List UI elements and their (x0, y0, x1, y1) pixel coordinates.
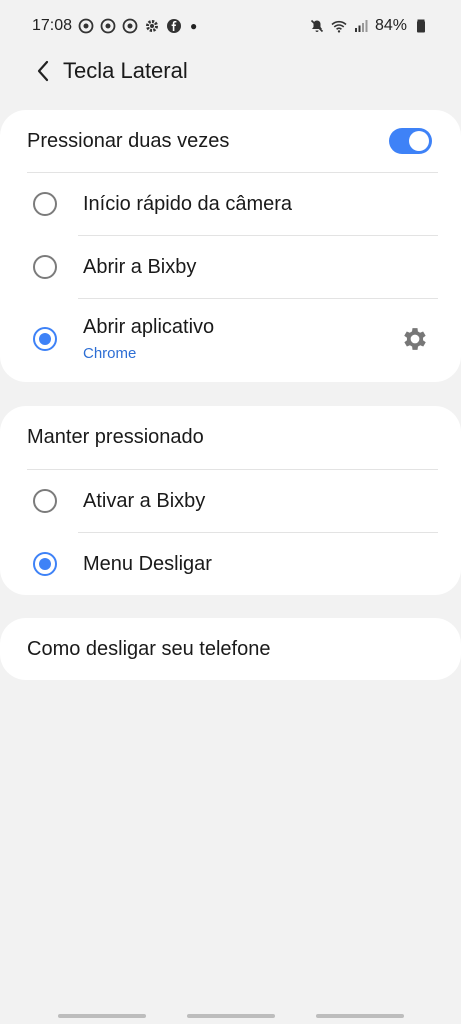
page-title: Tecla Lateral (63, 58, 188, 83)
battery-icon (413, 18, 429, 34)
chevron-left-icon (37, 60, 49, 82)
double-press-toggle-row[interactable]: Pressionar duas vezes (0, 110, 461, 172)
double-press-toggle[interactable] (389, 128, 432, 154)
option-label: Início rápido da câmera (83, 192, 293, 215)
screen: 17:08 ● 84% Tecla Lateral Pressionar dua… (0, 0, 461, 1024)
signal-icon (353, 18, 369, 34)
notification-icon (100, 18, 116, 34)
option-label: Menu Desligar (83, 552, 212, 575)
status-bar: 17:08 ● 84% (0, 0, 461, 52)
double-press-title: Pressionar duas vezes (27, 129, 230, 152)
option-open-bixby[interactable]: Abrir a Bixby (0, 236, 461, 298)
status-right: 84% (309, 17, 429, 35)
radio-power-menu[interactable] (33, 552, 57, 576)
gear-icon (404, 328, 426, 350)
selected-app-label: Chrome (83, 345, 137, 362)
notification-icon (78, 18, 94, 34)
option-label: Abrir a Bixby (83, 255, 197, 278)
radio-selected-dot (39, 333, 51, 345)
how-to-power-off-label: Como desligar seu telefone (27, 637, 271, 660)
gear-icon (144, 18, 160, 34)
option-text: Abrir aplicativo Chrome (83, 316, 214, 362)
option-open-app[interactable]: Abrir aplicativo Chrome (0, 299, 461, 379)
radio-selected-dot (39, 558, 51, 570)
how-to-power-off-row[interactable]: Como desligar seu telefone (0, 618, 461, 680)
notification-icon (122, 18, 138, 34)
nav-back-button[interactable] (316, 1014, 404, 1018)
option-camera-quick-launch[interactable]: Início rápido da câmera (0, 173, 461, 235)
more-notifications-dot: ● (190, 19, 198, 33)
navigation-bar (0, 1010, 461, 1024)
app-settings-button[interactable] (399, 323, 431, 355)
how-to-power-off-card[interactable]: Como desligar seu telefone (0, 618, 461, 680)
option-label: Abrir aplicativo (83, 316, 215, 338)
status-time: 17:08 (32, 17, 73, 34)
double-press-card: Pressionar duas vezes Início rápido da c… (0, 110, 461, 382)
long-press-title: Manter pressionado (27, 426, 204, 448)
option-power-menu[interactable]: Menu Desligar (0, 533, 461, 595)
option-activate-bixby[interactable]: Ativar a Bixby (0, 470, 461, 532)
mute-icon (309, 18, 325, 34)
app-bar: Tecla Lateral (0, 52, 461, 90)
wifi-icon (331, 18, 347, 34)
radio-activate-bixby[interactable] (33, 489, 57, 513)
facebook-icon (166, 18, 182, 34)
nav-recents-button[interactable] (58, 1014, 146, 1018)
radio-camera-quick-launch[interactable] (33, 192, 57, 216)
toggle-knob (409, 131, 429, 151)
back-button[interactable] (20, 52, 66, 90)
radio-open-app[interactable] (33, 327, 57, 351)
option-label: Ativar a Bixby (83, 489, 206, 512)
status-left: 17:08 ● (32, 17, 197, 35)
long-press-header: Manter pressionado (0, 406, 461, 469)
nav-home-button[interactable] (187, 1014, 275, 1018)
radio-open-bixby[interactable] (33, 255, 57, 279)
long-press-card: Manter pressionado Ativar a Bixby Menu D… (0, 406, 461, 595)
battery-percent: 84% (374, 17, 407, 34)
